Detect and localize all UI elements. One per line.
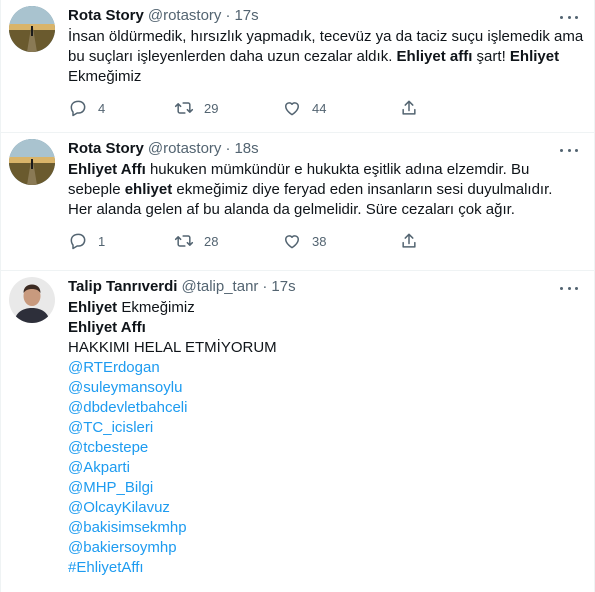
tweet-time[interactable]: 17s bbox=[271, 277, 295, 297]
text-line: İnsan öldürmedik, hırsızlık yapmadık, te… bbox=[68, 27, 584, 47]
like-count: 38 bbox=[312, 233, 327, 249]
reply-count: 1 bbox=[98, 233, 106, 249]
author-name[interactable]: Rota Story bbox=[68, 6, 144, 26]
mention-link[interactable]: @dbdevletbahceli bbox=[68, 398, 582, 418]
mention-link[interactable]: @suleymansoylu bbox=[68, 378, 582, 398]
more-options-icon[interactable] bbox=[560, 281, 578, 295]
text-span: hukuken mümkündür e hukukta eşitlik adın… bbox=[145, 161, 530, 178]
more-options-icon[interactable] bbox=[560, 143, 578, 157]
text-span: Her alanda gelen af bu alanda da gelmeli… bbox=[68, 201, 515, 218]
separator-dot: · bbox=[225, 7, 231, 24]
text-span: sebeple bbox=[68, 181, 125, 198]
mention-link[interactable]: @OlcayKilavuz bbox=[68, 498, 582, 518]
text-span-bold: Ehliyet Affı bbox=[68, 319, 146, 336]
like-button[interactable]: 38 bbox=[282, 231, 399, 251]
text-span: HAKKIMI HELAL ETMİYORUM bbox=[68, 339, 277, 356]
heart-icon bbox=[285, 235, 299, 249]
tweet[interactable]: Rota Story @rotastory · 18s Ehliyet Affı… bbox=[1, 133, 594, 271]
text-line: Ehliyet Ekmeğimiz bbox=[68, 298, 582, 318]
text-span-bold: Ehliyet Affı bbox=[68, 161, 146, 178]
retweet-count: 29 bbox=[204, 100, 219, 116]
text-span: ekmeğimiz diye feryad eden insanların se… bbox=[172, 181, 553, 198]
reply-icon bbox=[70, 100, 86, 117]
text-line: HAKKIMI HELAL ETMİYORUM bbox=[68, 338, 582, 358]
reply-button[interactable]: 4 bbox=[68, 98, 174, 118]
retweet-count: 28 bbox=[204, 233, 219, 249]
mention-link[interactable]: @Akparti bbox=[68, 458, 582, 478]
text-span: bu suçları işleyenlerden daha uzun cezal… bbox=[68, 48, 397, 65]
text-line: bu suçları işleyenlerden daha uzun cezal… bbox=[68, 47, 582, 67]
retweet-button[interactable]: 28 bbox=[174, 231, 282, 251]
avatar[interactable] bbox=[9, 139, 55, 185]
tweet[interactable]: Talip Tanrıverdi @talip_tanr · 17s Ehliy… bbox=[1, 271, 594, 592]
tweet[interactable]: Rota Story @rotastory · 17s İnsan öldürm… bbox=[1, 0, 594, 133]
mention-link[interactable]: @bakiersoymhp bbox=[68, 538, 582, 558]
tweet-actions: 4 29 44 bbox=[68, 96, 508, 120]
reply-button[interactable]: 1 bbox=[68, 231, 174, 251]
mention-link[interactable]: @RTErdogan bbox=[68, 358, 582, 378]
like-count: 44 bbox=[312, 100, 327, 116]
tweet-time[interactable]: 17s bbox=[234, 6, 258, 26]
timeline: Rota Story @rotastory · 17s İnsan öldürm… bbox=[0, 0, 595, 592]
author-name[interactable]: Talip Tanrıverdi bbox=[68, 277, 177, 297]
mention-link[interactable]: @TC_icisleri bbox=[68, 418, 582, 438]
more-options-icon[interactable] bbox=[560, 10, 578, 24]
reply-icon bbox=[70, 233, 86, 250]
tweet-time[interactable]: 18s bbox=[234, 139, 258, 159]
text-span-bold: Ehliyet affı bbox=[396, 48, 473, 65]
retweet-icon bbox=[174, 102, 194, 114]
heart-icon bbox=[285, 102, 299, 116]
tweet-text: Ehliyet Affı hukuken mümkündür e hukukta… bbox=[68, 160, 582, 220]
text-span-bold: Ehliyet bbox=[68, 299, 118, 316]
avatar[interactable] bbox=[9, 6, 55, 52]
share-icon bbox=[402, 100, 416, 115]
mention-link[interactable]: @bakisimsekmhp bbox=[68, 518, 582, 538]
text-span: Ekmeğimiz bbox=[68, 68, 142, 85]
share-button[interactable] bbox=[399, 98, 429, 118]
tweet-text: Ehliyet Ekmeğimiz Ehliyet Affı HAKKIMI H… bbox=[68, 298, 582, 578]
tweet-actions: 1 28 38 bbox=[68, 229, 508, 253]
mention-link[interactable]: @tcbestepe bbox=[68, 438, 582, 458]
author-handle[interactable]: @talip_tanr bbox=[181, 277, 258, 297]
author-handle[interactable]: @rotastory bbox=[148, 139, 222, 159]
author-handle[interactable]: @rotastory bbox=[148, 6, 222, 26]
separator-dot: · bbox=[262, 278, 268, 295]
share-icon bbox=[402, 233, 416, 248]
text-line: Her alanda gelen af bu alanda da gelmeli… bbox=[68, 200, 582, 220]
author-name[interactable]: Rota Story bbox=[68, 139, 144, 159]
retweet-icon bbox=[174, 235, 194, 247]
reply-count: 4 bbox=[98, 100, 106, 116]
text-span: Ekmeğimiz bbox=[117, 299, 195, 316]
text-span-bold: Ehliyet bbox=[509, 48, 560, 65]
separator-dot: · bbox=[225, 140, 231, 157]
text-line: Ekmeğimiz bbox=[68, 67, 582, 87]
text-line: Ehliyet Affı hukuken mümkündür e hukukta… bbox=[68, 160, 582, 180]
text-line: Ehliyet Affı bbox=[68, 318, 582, 338]
mention-link[interactable]: @MHP_Bilgi bbox=[68, 478, 582, 498]
hashtag-link[interactable]: #EhliyetAffı bbox=[68, 558, 582, 578]
text-line: sebeple ehliyet ekmeğimiz diye feryad ed… bbox=[68, 180, 582, 200]
text-span: İnsan öldürmedik, hırsızlık yapmadık, te… bbox=[68, 28, 584, 45]
text-span: şart! bbox=[472, 48, 510, 65]
avatar[interactable] bbox=[9, 277, 55, 323]
share-button[interactable] bbox=[399, 231, 429, 251]
tweet-text: İnsan öldürmedik, hırsızlık yapmadık, te… bbox=[68, 27, 584, 87]
text-span-bold: ehliyet bbox=[124, 181, 173, 198]
retweet-button[interactable]: 29 bbox=[174, 98, 282, 118]
like-button[interactable]: 44 bbox=[282, 98, 399, 118]
